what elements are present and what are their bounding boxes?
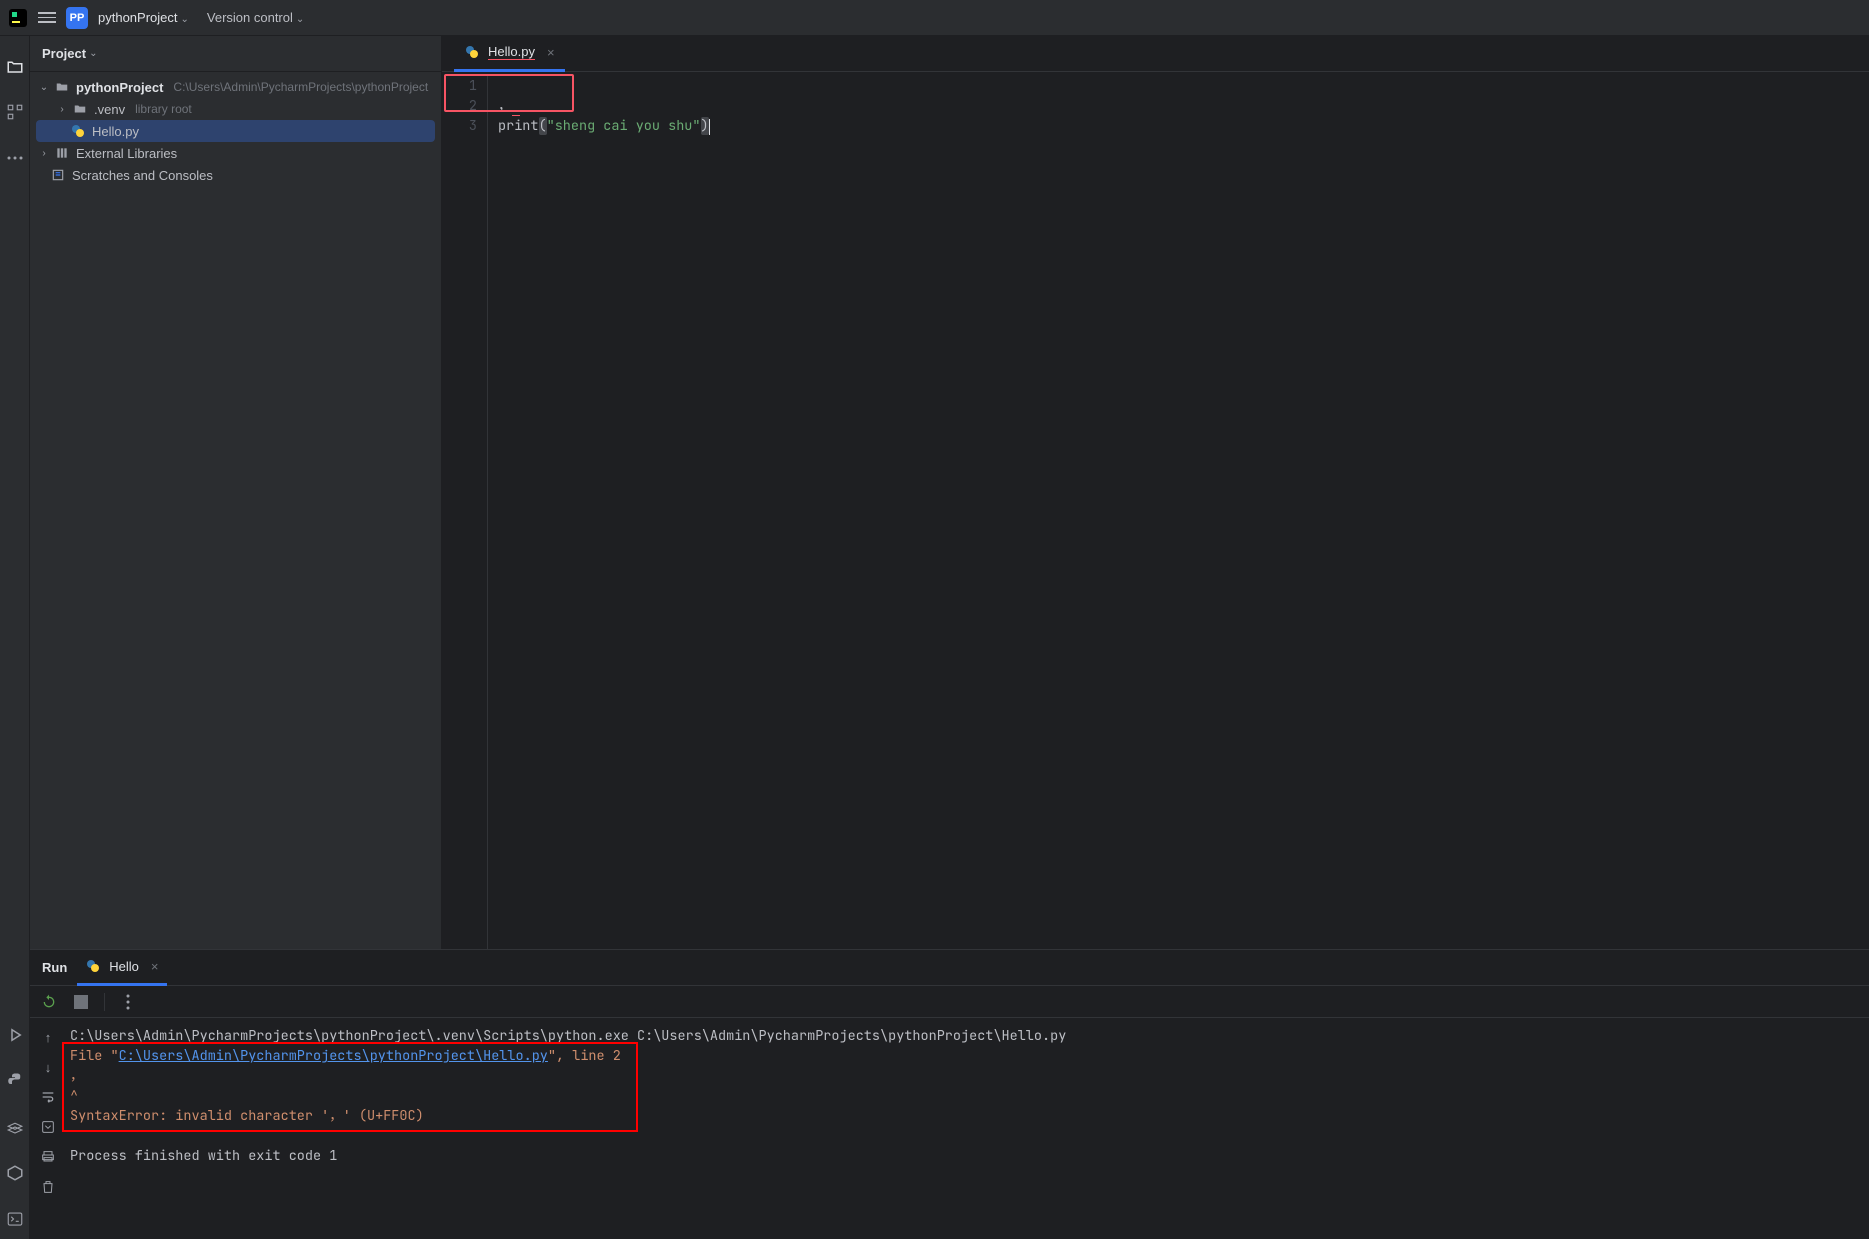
editor-gutter: 1 2 3 — [442, 76, 488, 949]
python-packages-icon[interactable] — [5, 1163, 25, 1183]
terminal-tool-icon[interactable] — [5, 1209, 25, 1229]
services-tool-icon[interactable] — [5, 1117, 25, 1137]
python-console-icon[interactable] — [5, 1071, 25, 1091]
scratches-icon — [50, 167, 66, 183]
editor-tab-bar: Hello.py × — [442, 36, 1869, 72]
down-icon[interactable]: ↓ — [39, 1058, 57, 1076]
folder-icon — [54, 79, 70, 95]
run-header-label: Run — [42, 960, 67, 975]
pycharm-logo-icon — [8, 8, 28, 28]
chevron-right-icon: › — [38, 148, 50, 159]
more-actions-icon[interactable] — [119, 993, 137, 1011]
python-file-icon — [85, 958, 101, 974]
tree-node-root[interactable]: ⌄ pythonProject C:\Users\Admin\PycharmPr… — [36, 76, 435, 98]
editor-tab-hello[interactable]: Hello.py × — [454, 36, 565, 72]
stop-icon[interactable] — [72, 993, 90, 1011]
project-badge[interactable]: PP — [66, 7, 88, 29]
soft-wrap-icon[interactable] — [39, 1088, 57, 1106]
run-toolbar — [30, 986, 1869, 1018]
run-tool-icon[interactable] — [5, 1025, 25, 1045]
print-icon[interactable] — [39, 1148, 57, 1166]
editor: Hello.py × 1 2 3 ， print — [442, 36, 1869, 949]
console-output[interactable]: C:\Users\Admin\PycharmProjects\pythonPro… — [66, 1018, 1869, 1239]
close-tab-icon[interactable]: × — [547, 45, 555, 60]
tool-window-stripe-left — [0, 36, 30, 1239]
version-control-dropdown[interactable]: Version control⌄ — [207, 10, 304, 25]
project-tool-icon[interactable] — [5, 56, 25, 76]
editor-viewport[interactable]: 1 2 3 ， print("sheng cai you shu") — [442, 72, 1869, 949]
run-side-toolbar: ↑ ↓ — [30, 1018, 66, 1239]
tree-node-scratches[interactable]: Scratches and Consoles — [36, 164, 435, 186]
trash-icon[interactable] — [39, 1178, 57, 1196]
tree-node-hello[interactable]: Hello.py — [36, 120, 435, 142]
chevron-right-icon: › — [56, 104, 68, 115]
project-panel-header[interactable]: Project ⌄ — [30, 36, 441, 72]
close-run-tab-icon[interactable]: × — [151, 959, 159, 974]
tree-node-venv[interactable]: › .venv library root — [36, 98, 435, 120]
console-exit-line: Process finished with exit code 1 — [70, 1146, 1869, 1166]
main-menu-button[interactable] — [38, 9, 56, 27]
run-tab-hello[interactable]: Hello × — [77, 950, 166, 986]
chevron-down-icon: ⌄ — [89, 48, 97, 59]
up-icon[interactable]: ↑ — [39, 1028, 57, 1046]
project-dropdown[interactable]: pythonProject⌄ — [98, 10, 189, 25]
titlebar: PP pythonProject⌄ Version control⌄ — [0, 0, 1869, 36]
tree-node-external-libraries[interactable]: › External Libraries — [36, 142, 435, 164]
project-tool-window: Project ⌄ ⌄ pythonProject C:\Users\Admin… — [30, 36, 442, 949]
annotation-box-console — [62, 1042, 638, 1132]
folder-icon — [72, 101, 88, 117]
chevron-down-icon: ⌄ — [181, 14, 189, 25]
rerun-icon[interactable] — [40, 993, 58, 1011]
library-icon — [54, 145, 70, 161]
more-tool-icon[interactable] — [5, 148, 25, 168]
code-content[interactable]: ， print("sheng cai you shu") — [488, 76, 710, 949]
structure-tool-icon[interactable] — [5, 102, 25, 122]
python-file-icon — [464, 44, 480, 60]
run-tool-window: Run Hello × — [30, 949, 1869, 1239]
chevron-down-icon: ⌄ — [296, 14, 304, 25]
chevron-down-icon: ⌄ — [38, 82, 50, 93]
scroll-to-end-icon[interactable] — [39, 1118, 57, 1136]
python-file-icon — [70, 123, 86, 139]
annotation-box-editor — [444, 74, 574, 112]
